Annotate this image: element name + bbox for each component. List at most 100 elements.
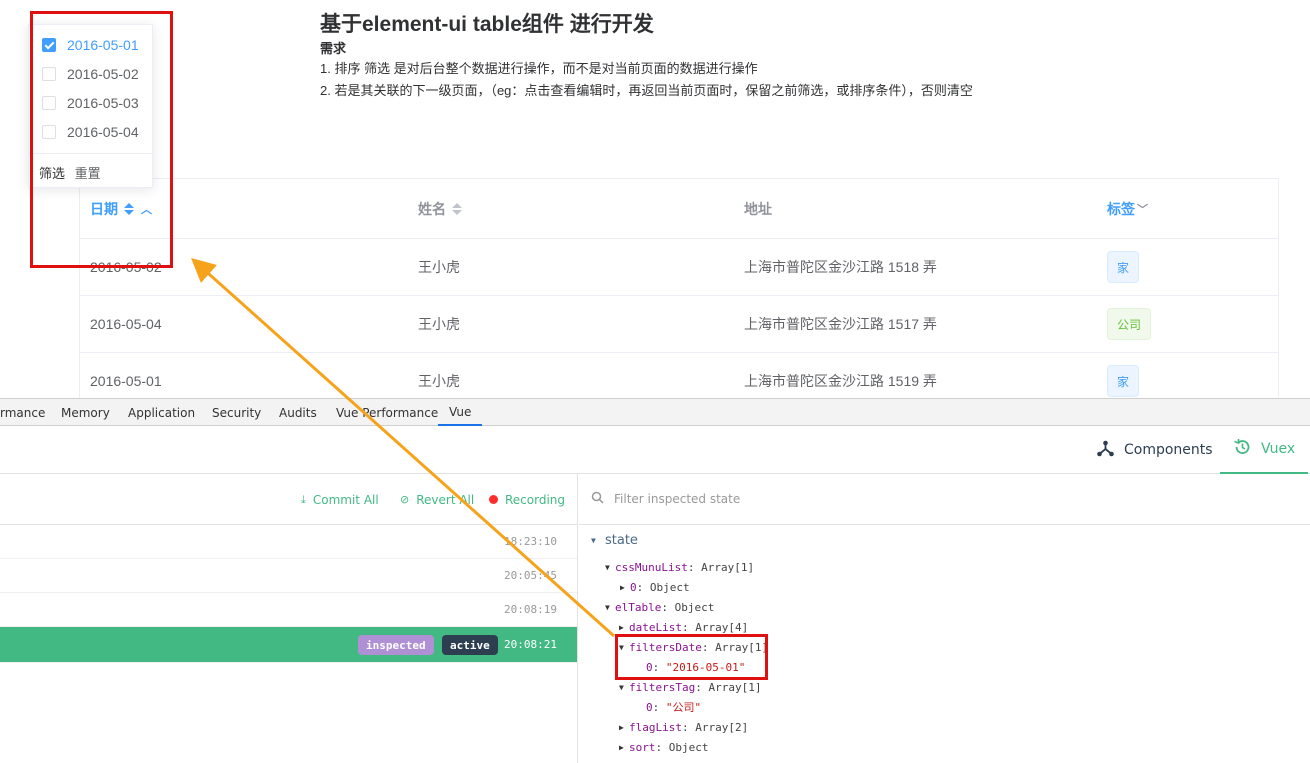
expand-arrow-icon: ▼ (619, 682, 624, 692)
state-root[interactable]: ▼ state (591, 530, 638, 550)
expand-arrow-icon: ▼ (591, 535, 596, 545)
tab-application[interactable]: Application (128, 399, 195, 426)
state-value: : Object (636, 580, 690, 594)
download-icon: ⤓ (301, 492, 306, 506)
tab-components-label: Components (1124, 442, 1213, 458)
history-entry[interactable]: 18:23:10 (0, 525, 577, 559)
state-key: elTable (615, 600, 662, 614)
entry-time: 20:08:21 (504, 638, 557, 651)
revert-icon: ⊘ (400, 493, 410, 506)
recording-label: Recording (505, 492, 566, 507)
recording-toggle[interactable]: Recording (489, 474, 565, 525)
inspected-badge: inspected (358, 635, 434, 655)
cell-name: 王小虎 (418, 259, 460, 275)
state-filter-input[interactable] (614, 492, 914, 506)
column-header-address: 地址 (744, 179, 772, 238)
requirements-heading: 需求 (320, 41, 347, 56)
column-header-name-label: 姓名 (418, 200, 446, 217)
cell-date: 2016-05-04 (90, 316, 162, 332)
revert-all-label: Revert All (416, 492, 475, 507)
state-value: : Array[4] (681, 620, 749, 634)
column-header-name[interactable]: 姓名 (418, 179, 462, 238)
column-header-tag-label: 标签 (1107, 200, 1135, 217)
collapse-arrow-icon: ▶ (619, 622, 624, 632)
record-dot-icon (489, 495, 498, 504)
table-row: 2016-05-04 王小虎 上海市普陀区金沙江路 1517 弄 公司 (80, 296, 1278, 353)
tag-badge: 家 (1107, 251, 1140, 283)
requirement-line-1: 1. 排序 筛选 是对后台整个数据进行操作，而不是对当前页面的数据进行操作 (320, 61, 758, 76)
tab-audits[interactable]: Audits (279, 399, 317, 426)
table-header-row: 日期 ︿ 姓名 地址 标签 ﹀ (80, 179, 1278, 239)
cell-address: 上海市普陀区金沙江路 1519 弄 (744, 373, 937, 389)
state-node[interactable]: ▶ 0: Object (620, 577, 690, 597)
vuex-actions-bar: ⤓ Commit All ⊘ Revert All Recording (0, 474, 577, 525)
state-leaf: 0: "公司" (646, 697, 701, 717)
vue-devtools-header: Components Vuex (0, 426, 1310, 474)
state-key: cssMunuList (615, 560, 688, 574)
data-table: 日期 ︿ 姓名 地址 标签 ﹀ 2016-05-02 王小虎 上海市普陀区金沙江… (79, 178, 1279, 398)
tab-vue-performance[interactable]: Vue Performance (336, 399, 438, 426)
table-row: 2016-05-01 王小虎 上海市普陀区金沙江路 1519 弄 家 (80, 353, 1278, 398)
history-entry[interactable]: 20:08:19 (0, 593, 577, 627)
cell-name: 王小虎 (418, 373, 460, 389)
cell-address: 上海市普陀区金沙江路 1517 弄 (744, 316, 937, 332)
active-badge: active (442, 635, 498, 655)
state-value: : Array[2] (681, 720, 749, 734)
state-key: flagList (629, 720, 682, 734)
state-key: filtersTag (629, 680, 696, 694)
search-icon (591, 491, 604, 508)
devtools-panel: rmance Memory Application Security Audit… (0, 398, 1310, 763)
column-header-address-label: 地址 (744, 200, 772, 217)
annotation-box-filter-dropdown (30, 11, 173, 268)
collapse-arrow-icon: ▶ (620, 582, 625, 592)
collapse-arrow-icon: ▶ (619, 742, 624, 752)
state-root-label: state (605, 532, 638, 548)
tag-badge: 公司 (1107, 308, 1152, 340)
commit-all-button[interactable]: ⤓ Commit All (301, 474, 379, 525)
vuex-state-pane: ▼ state ▼ cssMunuList: Array[1] ▶ 0: Obj… (579, 474, 1310, 763)
state-string-value: "公司" (665, 701, 702, 714)
column-header-tag[interactable]: 标签 ﹀ (1107, 179, 1148, 238)
tab-memory[interactable]: Memory (61, 399, 110, 426)
state-key: dateList (629, 620, 682, 634)
state-node[interactable]: ▼ filtersTag: Array[1] (619, 677, 761, 697)
state-key: sort (629, 740, 656, 754)
expand-arrow-icon: ▼ (605, 562, 610, 572)
tab-components[interactable]: Components (1097, 426, 1213, 474)
table-row: 2016-05-02 王小虎 上海市普陀区金沙江路 1518 弄 家 (80, 239, 1278, 296)
revert-all-button[interactable]: ⊘ Revert All (400, 474, 474, 525)
entry-time: 20:08:19 (504, 603, 557, 616)
state-node[interactable]: ▶ sort: Object (619, 737, 708, 757)
history-entry[interactable]: 20:05:45 (0, 559, 577, 593)
chevron-down-icon[interactable]: ﹀ (1137, 201, 1148, 217)
state-value: : Object (661, 600, 715, 614)
sort-caret-icon[interactable] (452, 202, 462, 215)
cell-address: 上海市普陀区金沙江路 1518 弄 (744, 259, 937, 275)
state-node[interactable]: ▼ elTable: Object (605, 597, 714, 617)
state-value: : Array[1] (695, 680, 762, 694)
collapse-arrow-icon: ▶ (619, 722, 624, 732)
expand-arrow-icon: ▼ (605, 602, 610, 612)
tab-security[interactable]: Security (212, 399, 261, 426)
tab-vue[interactable]: Vue (438, 399, 483, 426)
entry-time: 18:23:10 (504, 535, 557, 548)
page-title: 基于element-ui table组件 进行开发 (320, 13, 654, 36)
components-icon (1097, 440, 1114, 461)
cell-name: 王小虎 (418, 316, 460, 332)
vuex-history-pane: ⤓ Commit All ⊘ Revert All Recording 18:2… (0, 474, 578, 763)
app-page: 基于element-ui table组件 进行开发 需求 1. 排序 筛选 是对… (0, 0, 1310, 398)
state-value: : Array[1] (687, 560, 755, 574)
state-node[interactable]: ▶ flagList: Array[2] (619, 717, 748, 737)
annotation-box-filters-date (615, 634, 768, 680)
tag-badge: 家 (1107, 365, 1140, 397)
history-icon (1233, 438, 1251, 460)
cell-date: 2016-05-01 (90, 373, 162, 389)
state-filter-bar (579, 474, 1310, 525)
state-node[interactable]: ▼ cssMunuList: Array[1] (605, 557, 754, 577)
state-value: : (652, 700, 666, 714)
history-entry-selected[interactable]: inspected active 20:08:21 (0, 627, 577, 663)
tab-performance[interactable]: rmance (0, 399, 45, 426)
requirement-line-2: 2. 若是其关联的下一级页面，（eg：点击查看编辑时，再返回当前页面时，保留之前… (320, 83, 973, 98)
tab-vuex[interactable]: Vuex (1220, 426, 1308, 474)
state-value: : Object (655, 740, 709, 754)
